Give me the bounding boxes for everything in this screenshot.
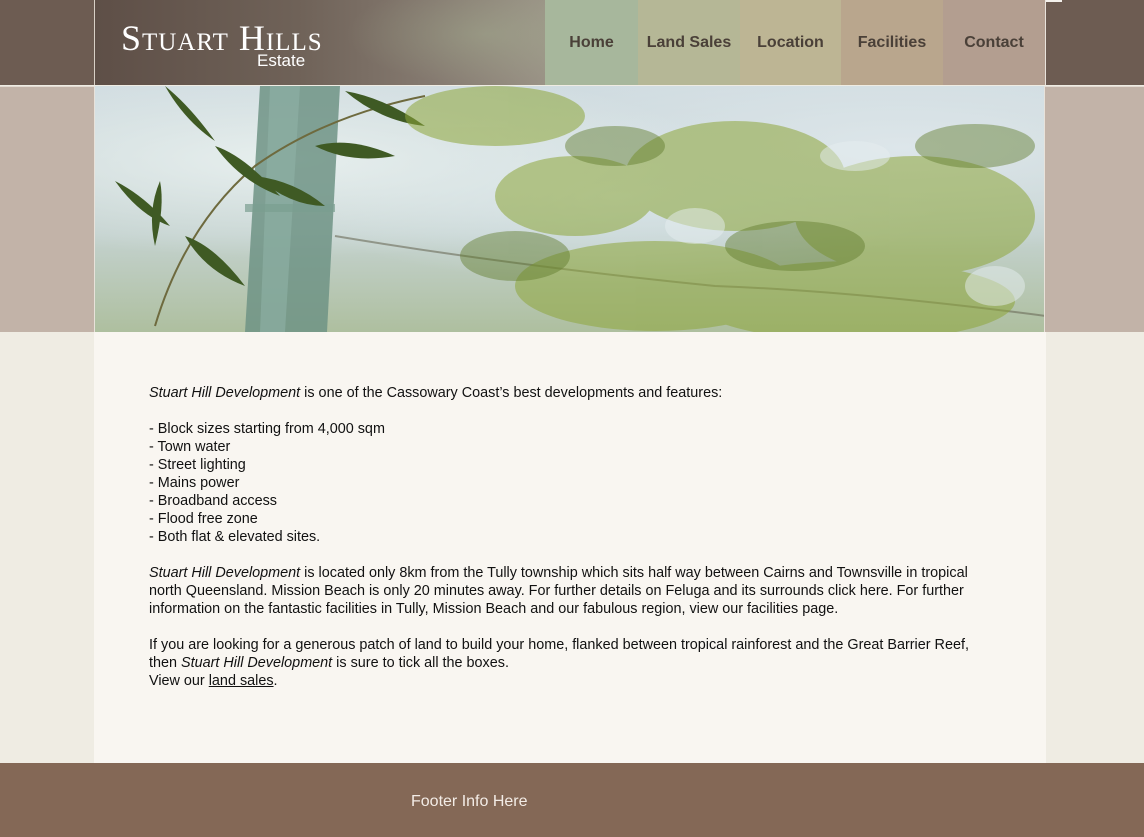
footer: Footer Info Here (0, 763, 1144, 837)
nav-land-sales[interactable]: Land Sales (638, 0, 740, 85)
feature-item: - Flood free zone (149, 511, 258, 527)
header-edge-notch (1046, 0, 1062, 2)
nav-home[interactable]: Home (545, 0, 638, 85)
location-paragraph: Stuart Hill Development is located only … (149, 564, 979, 618)
logo-subtitle: Estate (257, 51, 306, 70)
hero-image (94, 86, 1045, 332)
view-text-post: . (273, 673, 278, 689)
closing-paragraph: If you are looking for a generous patch … (149, 636, 979, 672)
bamboo-photo (115, 86, 1044, 332)
feature-item: - Broadband access (149, 493, 277, 509)
land-sales-link[interactable]: land sales (209, 673, 274, 689)
nav-location[interactable]: Location (740, 0, 841, 85)
location-emphasis: Stuart Hill Development (149, 565, 301, 581)
features-list: - Block sizes starting from 4,000 sqm - … (149, 420, 979, 546)
feature-item: - Town water (149, 439, 231, 455)
footer-info: Footer Info Here (411, 793, 528, 810)
feature-item: - Street lighting (149, 457, 246, 473)
view-text-pre: View our (149, 673, 209, 689)
closing-text-post: is sure to tick all the boxes. (332, 655, 509, 671)
intro-paragraph: Stuart Hill Development is one of the Ca… (149, 384, 979, 402)
logo-background-leaves (345, 0, 545, 85)
feature-item: - Block sizes starting from 4,000 sqm (149, 421, 385, 437)
closing-emphasis: Stuart Hill Development (181, 655, 333, 671)
header-divider (1045, 0, 1046, 85)
feature-item: - Both flat & elevated sites. (149, 529, 321, 545)
main-nav: Home Land Sales Location Facilities Cont… (545, 0, 1045, 85)
intro-emphasis: Stuart Hill Development (149, 385, 301, 401)
nav-contact[interactable]: Contact (943, 0, 1045, 85)
intro-text: is one of the Cassowary Coast’s best dev… (300, 385, 723, 401)
logo[interactable]: Stuart Hills Estate (94, 0, 545, 85)
view-land-sales-line: View our land sales. (149, 672, 979, 690)
content-text: Stuart Hill Development is one of the Ca… (149, 384, 979, 690)
feature-item: - Mains power (149, 475, 240, 491)
nav-facilities[interactable]: Facilities (841, 0, 943, 85)
main-content: Stuart Hill Development is one of the Ca… (94, 332, 1046, 763)
